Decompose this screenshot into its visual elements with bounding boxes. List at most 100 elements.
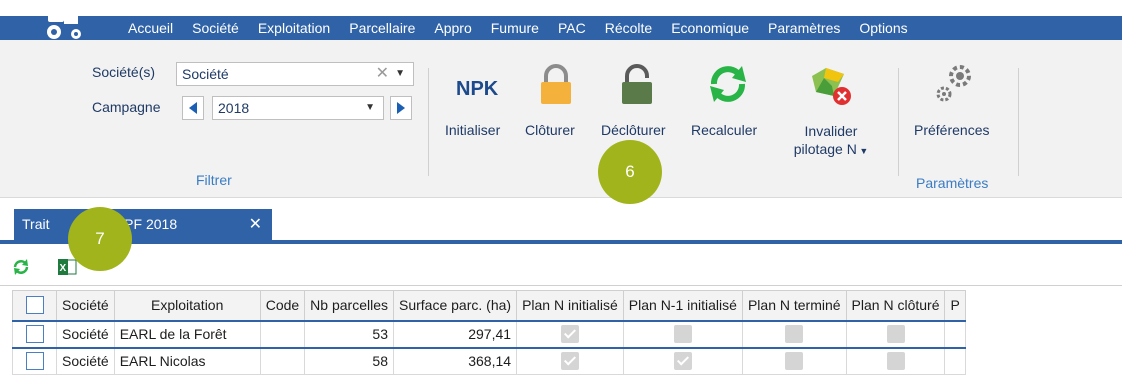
parametres-group-label: Paramètres bbox=[916, 175, 989, 191]
cell-plan-n1-initialise bbox=[622, 319, 743, 349]
column-header[interactable]: P bbox=[944, 290, 966, 321]
excel-icon: X bbox=[58, 259, 77, 275]
gears-icon[interactable] bbox=[932, 60, 978, 106]
cell-plan-n-termine bbox=[741, 347, 847, 375]
padlock-closed-icon[interactable] bbox=[537, 64, 575, 106]
status-checkbox bbox=[673, 352, 692, 371]
arrow-right-icon bbox=[397, 102, 405, 114]
societe-select[interactable]: Société ✕ ▼ bbox=[176, 62, 414, 86]
status-checkbox bbox=[560, 325, 579, 344]
ppf-grid: Société Exploitation Code Nb parcelles S… bbox=[12, 290, 966, 375]
cell-plan-n1-initialise bbox=[622, 347, 743, 375]
cell-exploitation: EARL Nicolas bbox=[113, 347, 261, 375]
refresh-icon bbox=[13, 259, 29, 275]
menu-recolte[interactable]: Récolte bbox=[605, 20, 652, 36]
cell-code bbox=[259, 347, 306, 375]
campagne-value: 2018 bbox=[218, 100, 250, 116]
cell-overflow bbox=[944, 319, 966, 349]
cell-nb-parcelles: 58 bbox=[304, 347, 394, 375]
column-header[interactable]: Exploitation bbox=[113, 290, 261, 321]
chevron-down-icon[interactable]: ▼ bbox=[395, 63, 405, 85]
initialiser-button[interactable]: Initialiser bbox=[445, 122, 500, 138]
separator bbox=[1018, 68, 1019, 176]
next-campaign-button[interactable] bbox=[390, 96, 412, 120]
cloturer-button[interactable]: Clôturer bbox=[525, 122, 575, 138]
row-select-cell[interactable] bbox=[12, 347, 57, 375]
invalider-pilotage-button[interactable]: Invalider pilotage N ▼ bbox=[786, 122, 876, 160]
grid-toolbar: X bbox=[0, 248, 1122, 286]
select-all-header[interactable] bbox=[12, 290, 57, 321]
menu-appro[interactable]: Appro bbox=[434, 20, 471, 36]
refresh-button[interactable] bbox=[10, 256, 32, 278]
menu-parametres[interactable]: Paramètres bbox=[768, 20, 840, 36]
cell-plan-n-initialise bbox=[516, 319, 624, 349]
menu-exploitation[interactable]: Exploitation bbox=[258, 20, 330, 36]
preferences-button[interactable]: Préférences bbox=[914, 122, 989, 138]
cell-exploitation: EARL de la Forêt bbox=[113, 319, 261, 349]
menu-fumure[interactable]: Fumure bbox=[491, 20, 539, 36]
menu-options[interactable]: Options bbox=[859, 20, 907, 36]
cell-code bbox=[259, 319, 306, 349]
close-icon[interactable]: ✕ bbox=[249, 209, 262, 240]
menu-societe[interactable]: Société bbox=[192, 20, 239, 36]
column-header[interactable]: Nb parcelles bbox=[304, 290, 394, 321]
map-invalid-icon[interactable] bbox=[808, 62, 854, 108]
document-tab-strip: Trait des PPF 2018 ✕ bbox=[0, 198, 1122, 244]
campagne-select[interactable]: 2018 ▼ bbox=[212, 96, 384, 120]
cell-societe: Société bbox=[56, 319, 115, 349]
chevron-down-icon[interactable]: ▼ bbox=[365, 97, 375, 119]
row-checkbox[interactable] bbox=[25, 352, 44, 371]
menu-accueil[interactable]: Accueil bbox=[128, 20, 173, 36]
table-row[interactable]: Société EARL Nicolas 58 368,14 bbox=[12, 347, 966, 375]
column-header[interactable]: Code bbox=[259, 290, 306, 321]
padlock-open-icon[interactable] bbox=[618, 64, 658, 106]
row-checkbox[interactable] bbox=[25, 325, 44, 344]
npk-icon[interactable]: NPK bbox=[456, 78, 498, 101]
societe-value: Société bbox=[182, 66, 229, 82]
cell-societe: Société bbox=[56, 347, 115, 375]
step-badge-7: 7 bbox=[68, 207, 132, 271]
row-select-cell[interactable] bbox=[12, 319, 57, 349]
arrow-left-icon bbox=[189, 102, 197, 114]
invalider-line1: Invalider bbox=[804, 123, 858, 139]
status-checkbox bbox=[673, 325, 692, 344]
grid-header-row: Société Exploitation Code Nb parcelles S… bbox=[12, 290, 966, 321]
menu-pac[interactable]: PAC bbox=[558, 20, 586, 36]
recalculer-button[interactable]: Recalculer bbox=[691, 122, 757, 138]
column-header[interactable]: Plan N initialisé bbox=[516, 290, 624, 321]
menu-economique[interactable]: Economique bbox=[671, 20, 749, 36]
top-menu-bar: Accueil Société Exploitation Parcellaire… bbox=[0, 0, 1122, 40]
cell-surface: 297,41 bbox=[392, 319, 518, 349]
previous-campaign-button[interactable] bbox=[182, 96, 204, 120]
table-row[interactable]: Société EARL de la Forêt 53 297,41 bbox=[12, 319, 966, 349]
campagne-label: Campagne bbox=[92, 99, 161, 115]
menu-items: Accueil Société Exploitation Parcellaire… bbox=[128, 16, 927, 40]
cell-plan-n-initialise bbox=[516, 347, 624, 375]
cell-nb-parcelles: 53 bbox=[304, 319, 394, 349]
menu-parcellaire[interactable]: Parcellaire bbox=[349, 20, 415, 36]
cell-plan-n-cloture bbox=[845, 319, 946, 349]
column-header[interactable]: Société bbox=[56, 290, 115, 321]
select-all-checkbox[interactable] bbox=[25, 296, 44, 315]
tractor-logo-icon[interactable] bbox=[38, 4, 88, 40]
column-header[interactable]: Plan N terminé bbox=[741, 290, 847, 321]
separator bbox=[428, 68, 429, 176]
column-header[interactable]: Plan N-1 initialisé bbox=[622, 290, 743, 321]
status-checkbox bbox=[785, 352, 804, 371]
ribbon: Société(s) Société ✕ ▼ Campagne 2018 ▼ F… bbox=[0, 40, 1122, 198]
cell-plan-n-cloture bbox=[845, 347, 946, 375]
tab-traitement-ppf[interactable]: Trait des PPF 2018 ✕ bbox=[14, 209, 272, 240]
societe-label: Société(s) bbox=[92, 64, 156, 80]
status-checkbox bbox=[886, 325, 905, 344]
cell-overflow bbox=[944, 347, 966, 375]
status-checkbox bbox=[886, 352, 905, 371]
invalider-line2: pilotage N bbox=[793, 141, 857, 157]
svg-text:X: X bbox=[60, 263, 67, 274]
column-header[interactable]: Surface parc. (ha) bbox=[392, 290, 518, 321]
recalculate-icon[interactable] bbox=[706, 62, 750, 106]
decloturer-button[interactable]: Déclôturer bbox=[601, 122, 666, 138]
status-checkbox bbox=[560, 352, 579, 371]
clear-icon[interactable]: ✕ bbox=[376, 63, 389, 85]
status-checkbox bbox=[785, 325, 804, 344]
column-header[interactable]: Plan N clôturé bbox=[845, 290, 946, 321]
